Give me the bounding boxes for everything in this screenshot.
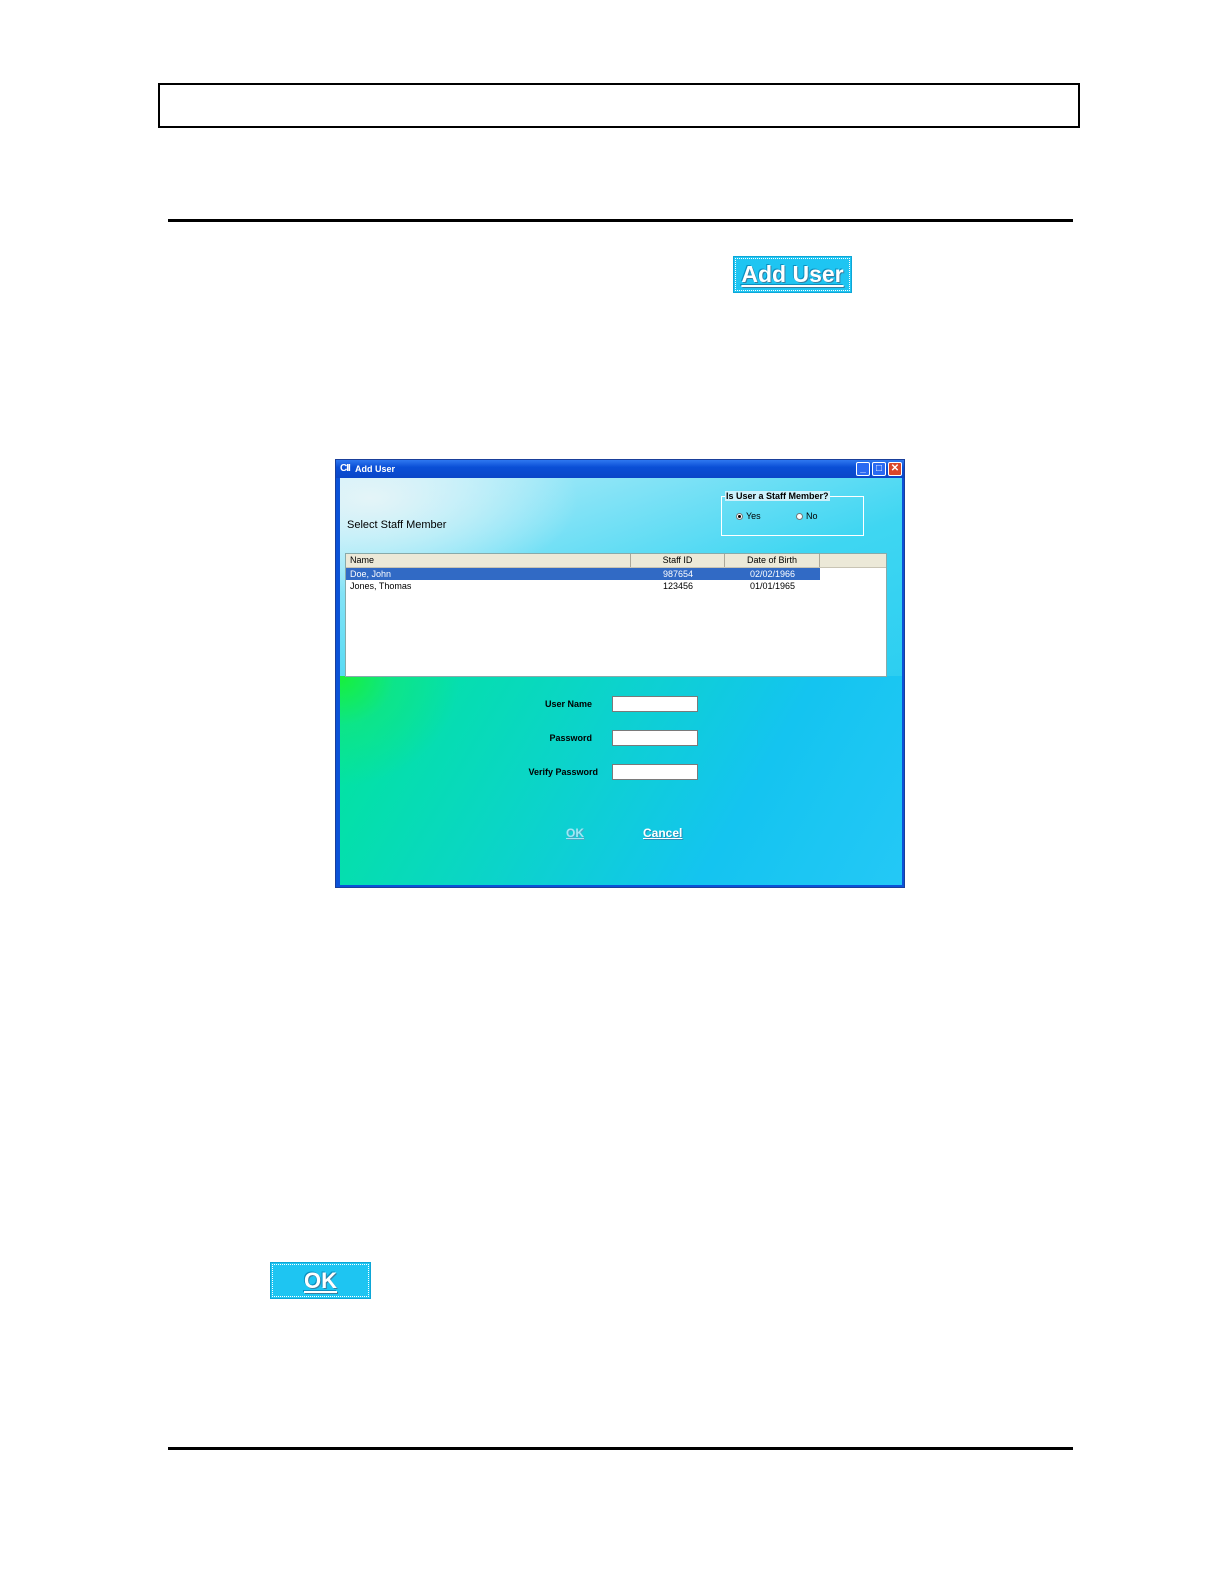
select-staff-label: Select Staff Member xyxy=(347,519,447,531)
bottom-rule xyxy=(168,1447,1073,1450)
verify-password-input[interactable] xyxy=(612,764,698,780)
cell-staff-id: 123456 xyxy=(662,581,694,591)
column-header-dob[interactable]: Date of Birth xyxy=(725,554,820,567)
cell-staff-id: 987654 xyxy=(631,568,725,580)
add-user-dialog: CII Add User _ □ ✕ Select Staff Member I… xyxy=(335,459,905,888)
column-header-staff-id[interactable]: Staff ID xyxy=(631,554,725,567)
radio-no-label: No xyxy=(806,511,818,521)
app-icon: CII xyxy=(340,463,351,474)
page-header-box xyxy=(158,83,1080,128)
radio-yes[interactable]: Yes xyxy=(736,511,761,521)
ok-button[interactable]: OK xyxy=(566,826,584,840)
add-user-button-image: Add User xyxy=(733,256,852,293)
radio-no-button[interactable] xyxy=(796,512,803,520)
radio-no[interactable]: No xyxy=(796,511,818,521)
radio-yes-button[interactable] xyxy=(736,512,743,520)
close-icon[interactable]: ✕ xyxy=(888,462,902,476)
column-header-filler xyxy=(820,554,886,567)
top-rule xyxy=(168,219,1073,222)
groupbox-title: Is User a Staff Member? xyxy=(725,491,830,501)
dialog-titlebar[interactable]: CII Add User _ □ ✕ xyxy=(336,460,904,478)
user-name-input[interactable] xyxy=(612,696,698,712)
ok-button-image: OK xyxy=(270,1262,371,1299)
cell-dob: 02/02/1966 xyxy=(725,568,820,580)
cell-name: Jones, Thomas xyxy=(350,581,412,591)
dialog-client-area: Select Staff Member Is User a Staff Memb… xyxy=(340,478,902,885)
column-header-name[interactable]: Name xyxy=(346,554,631,567)
dialog-title: Add User xyxy=(355,464,396,474)
verify-password-label: Verify Password xyxy=(528,767,598,777)
password-input[interactable] xyxy=(612,730,698,746)
password-label: Password xyxy=(549,733,592,743)
maximize-icon[interactable]: □ xyxy=(872,462,886,476)
cancel-button[interactable]: Cancel xyxy=(643,826,682,840)
cell-dob: 01/01/1965 xyxy=(749,581,796,591)
user-name-label: User Name xyxy=(544,699,592,709)
window-controls: _ □ ✕ xyxy=(856,462,902,476)
radio-yes-label: Yes xyxy=(746,511,761,521)
staff-member-groupbox: Is User a Staff Member? Yes No xyxy=(721,491,864,536)
cell-name: Doe, John xyxy=(346,568,631,580)
staff-list-header: Name Staff ID Date of Birth xyxy=(346,554,886,568)
staff-list[interactable]: Name Staff ID Date of Birth Doe, John 98… xyxy=(345,553,887,677)
table-row[interactable]: Jones, Thomas 123456 01/01/1965 xyxy=(346,580,886,592)
table-row[interactable]: Doe, John 987654 02/02/1966 xyxy=(346,568,886,580)
minimize-icon[interactable]: _ xyxy=(856,462,870,476)
